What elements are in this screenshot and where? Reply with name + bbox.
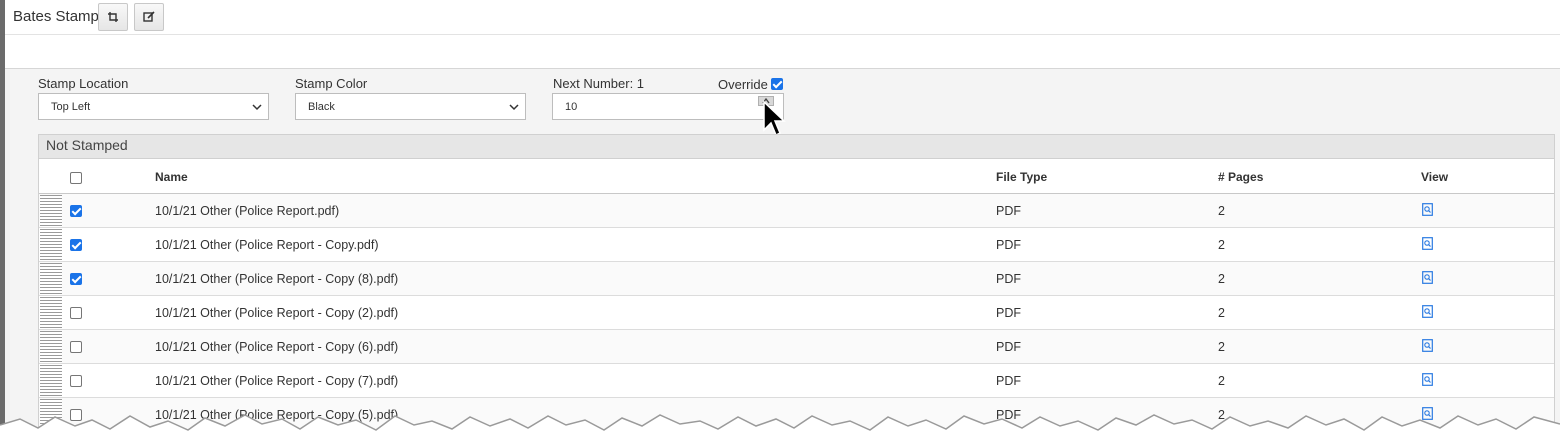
override-label: Override — [718, 77, 768, 92]
view-document-icon[interactable] — [1422, 339, 1433, 352]
row-file-type: PDF — [996, 374, 1021, 388]
row-file-type: PDF — [996, 238, 1021, 252]
toolbar-strip — [5, 35, 1560, 69]
row-file-name: 10/1/21 Other (Police Report - Copy (2).… — [155, 306, 399, 320]
row-file-type: PDF — [996, 272, 1021, 286]
row-file-name: 10/1/21 Other (Police Report.pdf) — [155, 204, 340, 218]
drag-handle[interactable] — [40, 229, 62, 261]
stamp-location-select[interactable]: Top Left — [38, 93, 269, 120]
drag-handle[interactable] — [40, 331, 62, 363]
row-page-count: 2 — [1218, 272, 1225, 286]
chevron-down-icon — [252, 104, 262, 111]
row-page-count: 2 — [1218, 340, 1225, 354]
next-number-value: 10 — [565, 101, 578, 113]
row-file-name: 10/1/21 Other (Police Report - Copy (8).… — [155, 272, 399, 286]
table-row[interactable]: 10/1/21 Other (Police Report - Copy (2).… — [39, 296, 1554, 330]
panel-header: Not Stamped — [39, 135, 1554, 159]
row-file-type: PDF — [996, 306, 1021, 320]
row-file-name: 10/1/21 Other (Police Report - Copy (6).… — [155, 340, 399, 354]
table-row[interactable]: 10/1/21 Other (Police Report - Copy.pdf)… — [39, 228, 1554, 262]
torn-edge-decoration — [0, 414, 1560, 441]
override-checkbox[interactable] — [771, 78, 783, 90]
row-page-count: 2 — [1218, 238, 1225, 252]
view-document-icon[interactable] — [1422, 373, 1433, 386]
view-document-icon[interactable] — [1422, 237, 1433, 250]
edit-icon — [143, 11, 155, 22]
row-checkbox[interactable] — [70, 239, 82, 251]
column-header-view[interactable]: View — [1421, 170, 1448, 184]
row-checkbox[interactable] — [70, 273, 82, 285]
view-document-icon[interactable] — [1422, 305, 1433, 318]
chevron-down-icon — [509, 104, 519, 111]
drag-handle[interactable] — [40, 263, 62, 295]
view-document-icon[interactable] — [1422, 203, 1433, 216]
stamp-location-label: Stamp Location — [38, 76, 129, 91]
stamp-color-value: Black — [308, 101, 335, 113]
select-all-checkbox[interactable] — [70, 172, 82, 184]
column-header-name[interactable]: Name — [155, 170, 188, 184]
view-document-icon[interactable] — [1422, 271, 1433, 284]
row-file-type: PDF — [996, 340, 1021, 354]
panel-title: Not Stamped — [46, 137, 128, 153]
column-header-file-type[interactable]: File Type — [996, 170, 1047, 184]
row-file-type: PDF — [996, 204, 1021, 218]
drag-handle[interactable] — [40, 297, 62, 329]
table-row[interactable]: 10/1/21 Other (Police Report - Copy (6).… — [39, 330, 1554, 364]
row-page-count: 2 — [1218, 374, 1225, 388]
table-row[interactable]: 10/1/21 Other (Police Report.pdf) PDF 2 — [39, 194, 1554, 228]
drag-handle[interactable] — [40, 195, 62, 227]
column-header-pages[interactable]: # Pages — [1218, 170, 1263, 184]
stamp-location-value: Top Left — [51, 101, 91, 113]
row-checkbox[interactable] — [70, 307, 82, 319]
stamp-color-select[interactable]: Black — [295, 93, 526, 120]
table-row[interactable]: 10/1/21 Other (Police Report - Copy (7).… — [39, 364, 1554, 398]
crop-button[interactable] — [98, 3, 128, 31]
table-row[interactable]: 10/1/21 Other (Police Report - Copy (8).… — [39, 262, 1554, 296]
page-title: Bates Stamp — [13, 8, 99, 25]
row-file-name: 10/1/21 Other (Police Report - Copy.pdf) — [155, 238, 379, 252]
row-checkbox[interactable] — [70, 341, 82, 353]
drag-handle[interactable] — [40, 365, 62, 397]
stamp-color-label: Stamp Color — [295, 76, 368, 91]
row-page-count: 2 — [1218, 306, 1225, 320]
row-page-count: 2 — [1218, 204, 1225, 218]
next-number-input[interactable]: 10 — [552, 93, 784, 120]
title-bar: Bates Stamp — [5, 0, 1560, 35]
edit-button[interactable] — [134, 3, 164, 31]
row-file-name: 10/1/21 Other (Police Report - Copy (7).… — [155, 374, 399, 388]
row-checkbox[interactable] — [70, 375, 82, 387]
crop-icon — [108, 12, 118, 22]
next-number-label: Next Number: 1 — [553, 76, 645, 91]
row-checkbox[interactable] — [70, 205, 82, 217]
